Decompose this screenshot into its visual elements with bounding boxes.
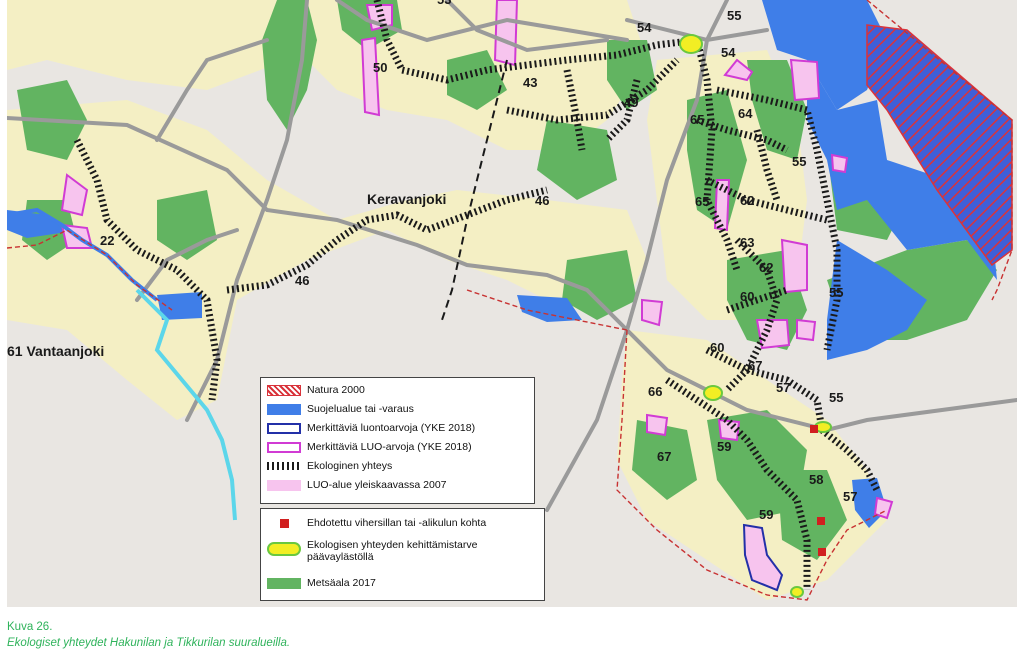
label-67: 67: [748, 358, 763, 373]
natura-swatch-icon: [267, 384, 301, 396]
label-46b: 46: [295, 273, 310, 288]
label-53: 53: [437, 0, 451, 7]
label-65b: 65: [695, 194, 710, 209]
legend-top: Natura 2000 Suojelualue tai -varaus Merk…: [260, 377, 535, 504]
legend-item-protected: Suojelualue tai -varaus: [267, 403, 414, 415]
figure-number: Kuva 26.: [7, 621, 53, 633]
label-43: 43: [523, 75, 538, 90]
label-64: 64: [738, 106, 753, 121]
legend-item-eco-connection: Ekologinen yhteys: [267, 460, 392, 472]
label-62: 62: [740, 193, 755, 208]
label-60: 60: [740, 289, 755, 304]
label-50: 50: [373, 60, 388, 75]
label-22: 22: [100, 233, 115, 248]
development-need-swatch-icon: [267, 542, 301, 556]
label-59: 59: [717, 439, 732, 454]
label-vantaanjoki: 61 Vantaanjoki: [7, 343, 105, 359]
label-55: 55: [727, 8, 742, 23]
luo-values-swatch-icon: [267, 441, 301, 453]
green-bridge-swatch-icon: [267, 518, 301, 529]
label-66: 66: [648, 384, 663, 399]
label-67b: 67: [657, 449, 672, 464]
label-57b: 57: [843, 489, 858, 504]
label-49: 49: [624, 95, 639, 110]
label-46: 46: [535, 193, 550, 208]
label-58: 58: [809, 472, 824, 487]
label-54: 54: [637, 20, 652, 35]
nature-values-swatch-icon: [267, 422, 301, 434]
protected-swatch-icon: [267, 403, 301, 415]
label-65: 65: [690, 112, 705, 127]
label-55d: 55: [829, 390, 844, 405]
legend-item-forest: Metsäala 2017: [267, 577, 376, 589]
legend-item-nature-values: Merkittäviä luontoarvoja (YKE 2018): [267, 422, 475, 434]
legend-item-natura: Natura 2000: [267, 384, 365, 396]
label-55b: 55: [792, 154, 807, 169]
figure-caption: Ekologiset yhteydet Hakunilan ja Tikkuri…: [7, 637, 291, 649]
legend-bottom: Ehdotettu vihersillan tai -alikulun koht…: [260, 508, 545, 601]
legend-item-green-bridge: Ehdotettu vihersillan tai -alikulun koht…: [267, 517, 486, 529]
label-55c: 55: [829, 285, 844, 300]
label-keravanjoki: Keravanjoki: [367, 191, 447, 207]
map-canvas[interactable]: 50 53 54 54 55 55 55 55 43 49 65 65 64 6…: [7, 0, 1017, 607]
forest-swatch-icon: [267, 577, 301, 589]
label-59b: 59: [759, 507, 774, 522]
label-54b: 54: [721, 45, 736, 60]
label-60b: 60: [710, 340, 725, 355]
legend-item-development-need: Ekologisen yhteyden kehittämistarve pääv…: [267, 539, 532, 563]
eco-connection-swatch-icon: [267, 462, 301, 470]
legend-item-luo-values: Merkittäviä LUO-arvoja (YKE 2018): [267, 441, 472, 453]
label-62b: 62: [759, 260, 774, 275]
label-63: 63: [740, 235, 755, 250]
legend-item-luo-area: LUO-alue yleiskaavassa 2007: [267, 479, 447, 491]
label-57: 57: [776, 380, 791, 395]
luo-area-swatch-icon: [267, 479, 301, 491]
